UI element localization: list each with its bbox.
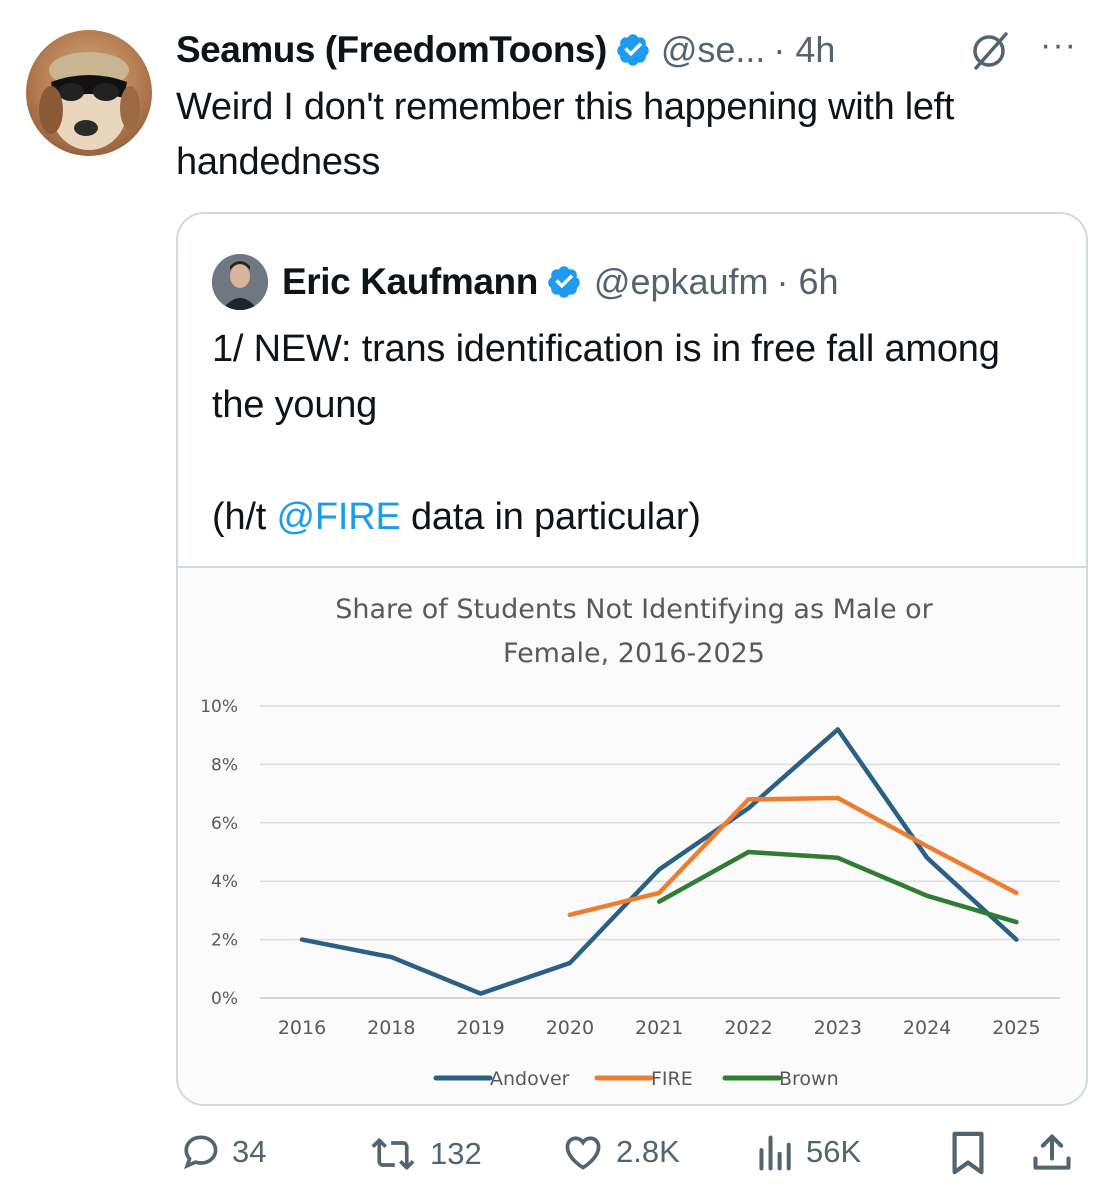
x-tick-label: 2019 [456, 1017, 504, 1039]
author-handle[interactable]: @se... [661, 29, 766, 71]
y-tick-label: 2% [211, 931, 238, 951]
author-avatar[interactable] [26, 30, 152, 156]
legend-label: FIRE [651, 1068, 693, 1090]
quoted-author-avatar[interactable] [212, 254, 268, 310]
person-avatar-image [212, 254, 268, 310]
chart-series-lines [299, 727, 1019, 996]
series-line-andover [299, 727, 1019, 996]
chart-title-line1: Share of Students Not Identifying as Mal… [335, 594, 933, 625]
quoted-text-ht: (h/t @FIRE data in particular) [212, 489, 1052, 545]
line-chart: Share of Students Not Identifying as Mal… [200, 594, 1060, 1090]
repost-count: 132 [430, 1136, 482, 1171]
x-tick-label: 2021 [635, 1017, 683, 1039]
dog-avatar-image [39, 52, 140, 150]
tweet-text: Weird I don't remember this happening wi… [176, 86, 955, 183]
tweet-header: Seamus (FreedomToons) @se... · 4h [176, 24, 835, 76]
views-button[interactable]: 56K [756, 1130, 861, 1174]
quoted-header: Eric Kaufmann @epkaufm · 6h [282, 254, 839, 310]
x-axis-ticks: 2016 2018 2019 2020 2021 2022 2023 2024 2025 [278, 1017, 1041, 1039]
action-bar: 34 132 2.8K 56K [0, 1120, 1112, 1180]
quoted-tweet[interactable]: Eric Kaufmann @epkaufm · 6h 1/ NEW: tran… [176, 212, 1088, 1106]
x-tick-label: 2025 [992, 1017, 1040, 1039]
ht-suffix: data in particular) [400, 496, 701, 538]
chart-title-line2: Female, 2016-2025 [503, 638, 765, 669]
reply-icon [184, 1135, 218, 1170]
more-options-icon[interactable]: ··· [1040, 26, 1077, 65]
repost-icon [371, 1138, 415, 1170]
verified-badge-icon[interactable] [615, 32, 651, 68]
share-icon[interactable] [1030, 1130, 1074, 1176]
reply-count: 34 [232, 1134, 267, 1169]
quoted-author-handle[interactable]: @epkaufm [594, 261, 769, 303]
x-tick-label: 2018 [367, 1017, 415, 1039]
heart-icon [565, 1136, 601, 1170]
author-name[interactable]: Seamus (FreedomToons) [176, 29, 607, 71]
quoted-author-name[interactable]: Eric Kaufmann [282, 261, 538, 303]
bookmark-icon[interactable] [948, 1130, 988, 1176]
chart-image[interactable]: Share of Students Not Identifying as Mal… [178, 566, 1086, 1104]
reply-button[interactable]: 34 [178, 1130, 266, 1174]
chart-legend: Andover FIRE Brown [433, 1068, 839, 1090]
analytics-bars-icon [759, 1135, 791, 1171]
y-tick-label: 10% [200, 697, 238, 717]
x-tick-label: 2016 [278, 1017, 326, 1039]
x-tick-label: 2023 [814, 1017, 862, 1039]
x-tick-label: 2020 [546, 1017, 594, 1039]
verified-badge-icon[interactable] [546, 264, 582, 300]
quoted-time[interactable]: · 6h [777, 261, 839, 303]
quoted-text-main: 1/ NEW: trans identification is in free … [212, 328, 1000, 426]
legend-label: Andover [490, 1068, 570, 1090]
x-tick-label: 2022 [724, 1017, 772, 1039]
tweet-time[interactable]: · 4h [773, 29, 835, 71]
quoted-text: 1/ NEW: trans identification is in free … [212, 321, 1052, 545]
legend-label: Brown [779, 1068, 839, 1090]
like-button[interactable]: 2.8K [560, 1130, 680, 1174]
y-axis-ticks: 0% 2% 4% 6% 8% 10% [200, 697, 238, 1009]
ht-prefix: (h/t [212, 496, 277, 538]
y-tick-label: 4% [211, 872, 238, 892]
grok-icon[interactable] [966, 28, 1012, 74]
y-tick-label: 6% [211, 814, 238, 834]
y-tick-label: 8% [211, 755, 238, 775]
repost-button[interactable]: 132 [366, 1132, 482, 1176]
like-count: 2.8K [616, 1134, 680, 1169]
x-tick-label: 2024 [903, 1017, 951, 1039]
fire-mention-link[interactable]: @FIRE [276, 496, 400, 538]
y-tick-label: 0% [211, 989, 238, 1009]
view-count: 56K [806, 1134, 862, 1169]
